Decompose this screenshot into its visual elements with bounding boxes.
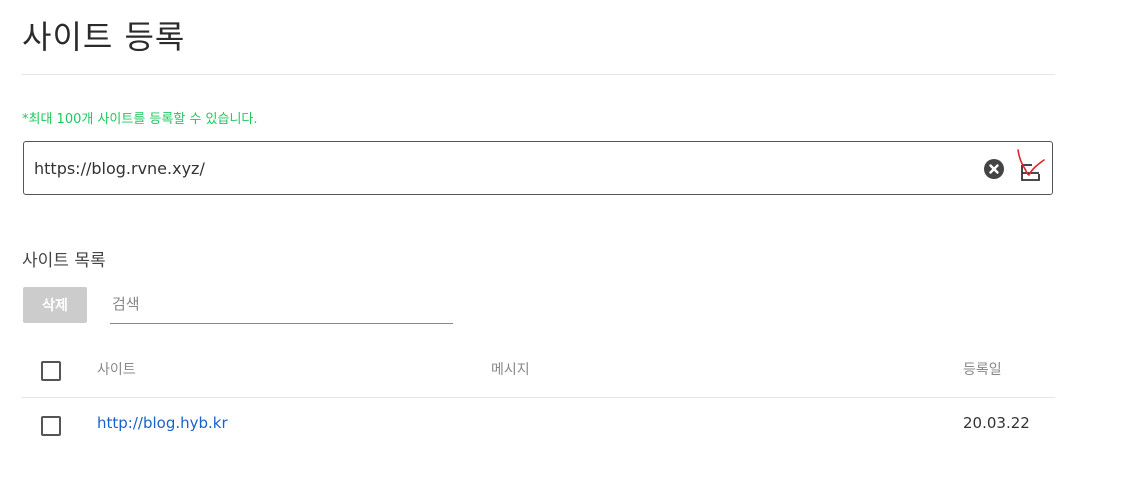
clear-circle-icon: [989, 164, 999, 174]
column-header-message: 메시지: [491, 362, 530, 378]
url-input[interactable]: [34, 154, 964, 182]
search-field: [110, 289, 457, 324]
submit-button[interactable]: [1016, 148, 1046, 186]
title-divider: [22, 74, 1055, 75]
section-title: 사이트 목록: [22, 251, 106, 271]
delete-button[interactable]: 삭제: [23, 287, 87, 323]
red-check-mark: [1017, 149, 1045, 176]
row-date: 20.03.22: [963, 414, 1030, 432]
column-header-site: 사이트: [97, 362, 136, 378]
row-checkbox[interactable]: [41, 416, 61, 436]
table-row: http://blog.hyb.kr 20.03.22: [22, 398, 1055, 452]
notice-text: *최대 100개 사이트를 등록할 수 있습니다.: [22, 112, 258, 127]
column-header-date: 등록일: [963, 362, 1002, 378]
select-all-checkbox[interactable]: [41, 361, 61, 381]
clear-button[interactable]: [984, 159, 1004, 179]
search-input[interactable]: [110, 289, 457, 319]
site-link[interactable]: http://blog.hyb.kr: [97, 414, 228, 432]
page-title: 사이트 등록: [22, 18, 186, 56]
url-input-box: [23, 141, 1053, 195]
table-header: 사이트 메시지 등록일: [22, 346, 1055, 398]
